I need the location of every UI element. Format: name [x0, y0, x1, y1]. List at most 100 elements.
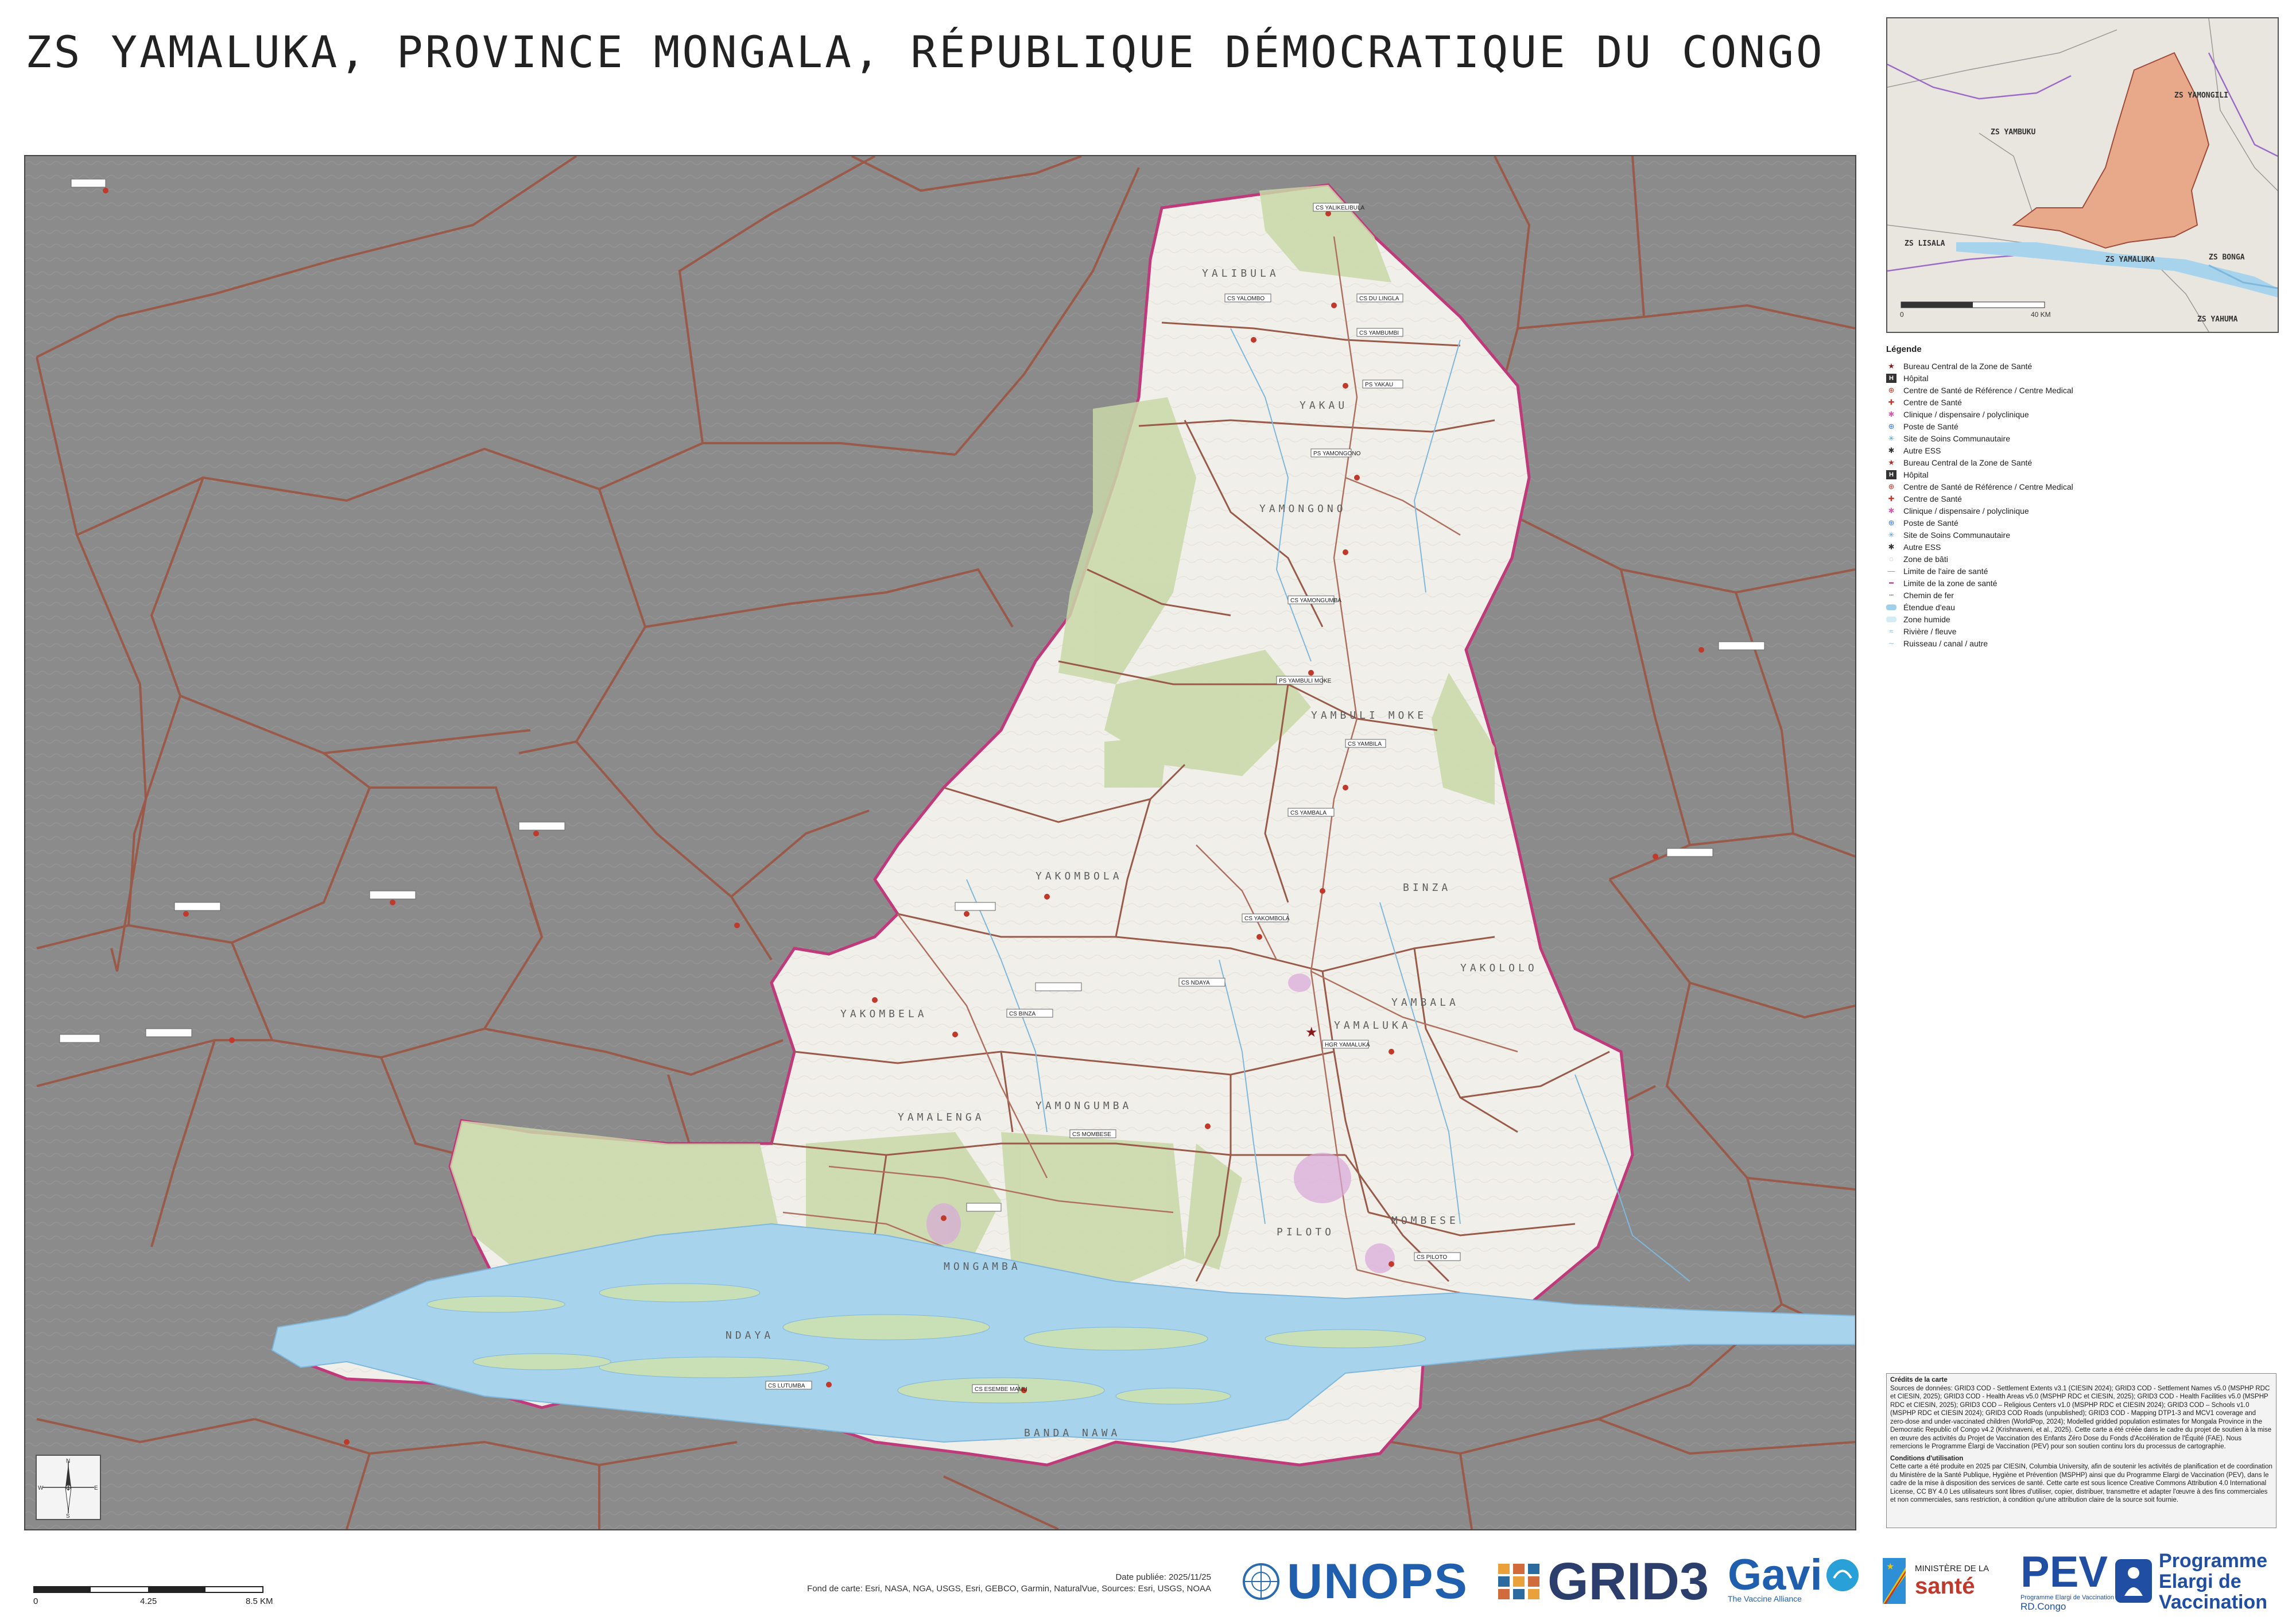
asterisk-icon: ✱ [1888, 542, 1895, 551]
legend-item: ⊕ Centre de Santé de Référence / Centre M… [1886, 384, 2276, 396]
legend-item: ⊕ Poste de Santé [1886, 420, 2276, 432]
ministry-logo: ★ MINISTÈRE DE LA santé [1877, 1550, 1989, 1613]
terms-text: Cette carte a été produite en 2025 par C… [1890, 1463, 2272, 1503]
inset-label: ZS BONGA [2209, 253, 2245, 262]
legend-item: — Limite de l'aire de santé [1886, 565, 2276, 577]
legend-item: ━ Limite de la zone de santé [1886, 577, 2276, 589]
legend-label: Site de Soins Communautaire [1903, 433, 2010, 443]
zone-hq-star[interactable]: ★ [1305, 1025, 1318, 1040]
builtup-icon: ◌ [1889, 555, 1894, 563]
svg-text:CS YAMBALA: CS YAMBALA [1290, 810, 1327, 816]
ministry-main-text: santé [1915, 1573, 1975, 1599]
legend-item: ≈ Rivière / fleuve [1886, 625, 2276, 637]
asterisk-icon: ✱ [1888, 506, 1895, 515]
svg-text:CS YAKOMBOLA: CS YAKOMBOLA [1244, 916, 1290, 922]
star-icon: ★ [1888, 458, 1895, 467]
legend-label: Hôpital [1903, 470, 1929, 479]
legend-item: Étendue d'eau [1886, 601, 2276, 613]
gavi-subtitle: The Vaccine Alliance [1728, 1594, 1802, 1603]
zone-line-icon: ━ [1889, 578, 1894, 587]
inset-label: ZS YAMONGILI [2174, 91, 2228, 100]
inset-canvas: ZS YAMBUKU ZS YAMONGILI ZS LISALA ZS YAM… [1887, 18, 2278, 332]
area-label: NDAYA [726, 1330, 774, 1342]
legend-item: ✱ Clinique / dispensaire / polyclinique [1886, 408, 2276, 420]
h-square-icon: H [1886, 373, 1896, 383]
legend-label: Centre de Santé [1903, 494, 1962, 503]
legend-label: Poste de Santé [1903, 421, 1958, 431]
legend-item: ⊕ Poste de Santé [1886, 517, 2276, 529]
boundary-line-icon: — [1887, 567, 1895, 575]
legend-list: ★ Bureau Central de la Zone de Santé H Hôpi… [1886, 360, 2276, 649]
legend-label: Centre de Santé de Référence / Centre Me… [1903, 482, 2073, 491]
cross-circle-icon: ⊕ [1888, 385, 1895, 394]
svg-text:CS YAMBILA: CS YAMBILA [1348, 741, 1382, 747]
svg-text:CS BINZA: CS BINZA [1009, 1011, 1035, 1017]
legend-item: ◌ Zone de bâti [1886, 553, 2276, 565]
pev-right2: Elargi de [2159, 1571, 2241, 1592]
wetland-icon [1886, 616, 1896, 622]
legend-item: ★ Bureau Central de la Zone de Santé [1886, 360, 2276, 372]
legend-label: Ruisseau / canal / autre [1903, 638, 1988, 648]
legend-item: ∼ Ruisseau / canal / autre [1886, 637, 2276, 649]
legend-label: Limite de la zone de santé [1903, 578, 1998, 588]
pev-right1: Programme [2159, 1550, 2268, 1572]
grid3-mark-icon [1498, 1564, 1539, 1599]
pev-text: PEV [2020, 1548, 2108, 1596]
svg-text:0: 0 [33, 1596, 38, 1606]
inset-map[interactable]: ZS YAMBUKU ZS YAMONGILI ZS LISALA ZS YAM… [1886, 17, 2279, 333]
inset-label: ZS YAHUMA [2197, 315, 2238, 324]
legend-label: Clinique / dispensaire / polyclinique [1903, 506, 2029, 516]
cross-circle-icon: ⊕ [1888, 421, 1895, 431]
svg-text:PS YAKAU: PS YAKAU [1365, 382, 1393, 388]
svg-text:CS YAMBUMBI: CS YAMBUMBI [1359, 330, 1399, 336]
svg-text:W: W [38, 1485, 44, 1491]
legend-label: Autre ESS [1903, 445, 1941, 455]
legend-label: Clinique / dispensaire / polyclinique [1903, 409, 2029, 419]
water-icon [1886, 604, 1896, 610]
area-label: YAKAU [1300, 400, 1348, 412]
svg-text:HGR YAMALUKA: HGR YAMALUKA [1325, 1042, 1370, 1048]
svg-text:PS YAMBULI MOKE: PS YAMBULI MOKE [1279, 678, 1332, 684]
legend-item: Zone humide [1886, 613, 2276, 625]
inset-label: ZS LISALA [1905, 239, 1945, 248]
legend-item: ✳ Site de Soins Communautaire [1886, 432, 2276, 444]
legend-label: Autre ESS [1903, 542, 1941, 552]
north-arrow: N S E W [36, 1455, 101, 1520]
svg-text:PS YAMONGONO: PS YAMONGONO [1313, 451, 1361, 457]
svg-text:40 KM: 40 KM [2031, 311, 2051, 319]
svg-text:CS MOMBESE: CS MOMBESE [1072, 1131, 1111, 1138]
svg-text:E: E [94, 1485, 98, 1491]
legend-item: ✚ Centre de Santé [1886, 396, 2276, 408]
cross-circle-icon: ⊕ [1888, 482, 1895, 491]
legend-label: Rivière / fleuve [1903, 626, 1957, 636]
basemap-credit: Fond de carte: Esri, NASA, NGA, USGS, Es… [807, 1584, 1211, 1594]
unops-text: UNOPS [1287, 1553, 1468, 1609]
legend-item: ✱ Autre ESS [1886, 444, 2276, 456]
area-label: YAMONGONO [1259, 503, 1347, 515]
river-icon: ≈ [1889, 627, 1894, 635]
legend-label: Limite de l'aire de santé [1903, 566, 1988, 576]
asterisk-icon: ✱ [1888, 409, 1895, 418]
legend-label: Bureau Central de la Zone de Santé [1903, 458, 2033, 467]
legend-item: ✱ Autre ESS [1886, 541, 2276, 553]
legend-label: Poste de Santé [1903, 518, 1958, 528]
area-label: YAMBULI MOKE [1311, 710, 1427, 722]
svg-text:CS YALOMBO: CS YALOMBO [1227, 296, 1265, 302]
area-label: PILOTO [1277, 1226, 1335, 1238]
h-square-icon: H [1886, 470, 1896, 479]
legend: Légende ★ Bureau Central de la Zone de Sa… [1886, 344, 2276, 649]
legend-label: Chemin de fer [1903, 590, 1954, 600]
unops-logo: UNOPS [1241, 1550, 1468, 1613]
legend-label: Bureau Central de la Zone de Santé [1903, 361, 2033, 371]
area-label: YAKOMBOLA [1035, 870, 1123, 882]
svg-text:CS YALIKELIBULA: CS YALIKELIBULA [1316, 205, 1365, 211]
gavi-globe-icon [1826, 1559, 1859, 1591]
scale-bar: 0 4.25 8.5 KM [33, 1586, 274, 1611]
legend-label: Zone humide [1903, 614, 1950, 624]
legend-label: Centre de Santé de Référence / Centre Me… [1903, 385, 2073, 395]
rail-line-icon: ┅ [1889, 590, 1894, 599]
area-label: YAMBALA [1391, 997, 1459, 1009]
snowflake-icon: ✳ [1888, 433, 1895, 443]
main-map[interactable]: ★ YALIBULA YAKAU YAMONGONO YAMBULI MOKE … [24, 155, 1856, 1530]
legend-item: ★ Bureau Central de la Zone de Santé [1886, 456, 2276, 468]
